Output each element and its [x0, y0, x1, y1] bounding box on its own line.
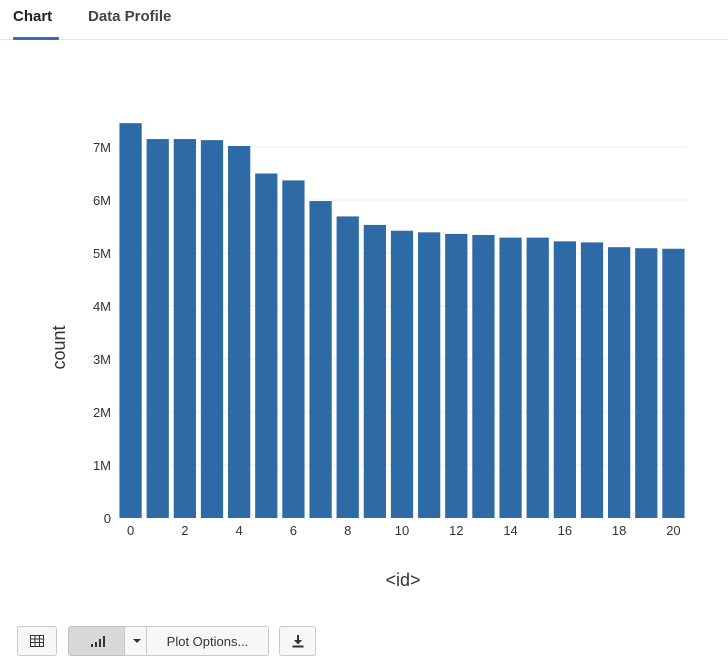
bar	[662, 248, 685, 518]
bar	[608, 247, 631, 519]
x-tick-label: 14	[503, 523, 517, 538]
y-tick-label: 1M	[93, 458, 111, 473]
bar	[173, 139, 196, 519]
y-axis-title: count	[49, 325, 69, 369]
bar	[363, 224, 386, 518]
x-tick-label: 8	[344, 523, 351, 538]
bar	[526, 237, 549, 518]
bar	[200, 140, 224, 519]
bar	[336, 216, 359, 518]
chart-view-button[interactable]	[68, 626, 127, 656]
x-tick-label: 12	[449, 523, 463, 538]
bar	[418, 232, 441, 518]
bar	[635, 248, 658, 519]
x-axis-title: <id>	[385, 570, 420, 590]
x-tick-label: 20	[666, 523, 680, 538]
x-tick-label: 10	[395, 523, 409, 538]
x-tick-label: 16	[558, 523, 572, 538]
table-icon	[30, 635, 44, 647]
bar	[146, 139, 169, 519]
y-tick-label: 7M	[93, 140, 111, 155]
caret-down-icon	[132, 639, 141, 643]
y-tick-label: 2M	[93, 405, 111, 420]
x-tick-label: 4	[236, 523, 243, 538]
bar	[282, 180, 305, 518]
download-button[interactable]	[279, 626, 316, 656]
tab-chart[interactable]: Chart	[13, 8, 52, 25]
x-tick-label: 0	[127, 523, 134, 538]
bar	[255, 173, 278, 518]
bar	[390, 230, 414, 519]
x-tick-label: 6	[290, 523, 297, 538]
tab-data-profile[interactable]: Data Profile	[88, 8, 171, 25]
tab-bar: Chart Data Profile	[0, 0, 728, 40]
download-icon	[292, 635, 303, 648]
y-tick-label: 3M	[93, 352, 111, 367]
bar	[228, 145, 251, 518]
bar	[445, 233, 468, 519]
bar	[472, 234, 495, 519]
y-tick-label: 4M	[93, 299, 111, 314]
bar-chart: 0 1M 2M 3M 4M 5M 6M 7M 0 2 4 6 8 10 12 14 16 18 20 <id> coun…	[49, 123, 687, 590]
x-tick-label: 2	[181, 523, 188, 538]
x-tick-label: 18	[612, 523, 626, 538]
bar-chart-icon	[90, 636, 105, 647]
y-tick-label: 0	[104, 511, 111, 526]
y-tick-label: 5M	[93, 246, 111, 261]
y-tick-label: 6M	[93, 193, 111, 208]
bar	[309, 201, 332, 518]
plot-options-button[interactable]: Plot Options...	[146, 626, 269, 656]
bar	[499, 237, 522, 518]
bar	[553, 241, 576, 518]
table-view-button[interactable]	[17, 626, 57, 656]
bar	[580, 242, 604, 518]
plot-options-label: Plot Options...	[166, 633, 249, 649]
bar	[119, 123, 142, 519]
